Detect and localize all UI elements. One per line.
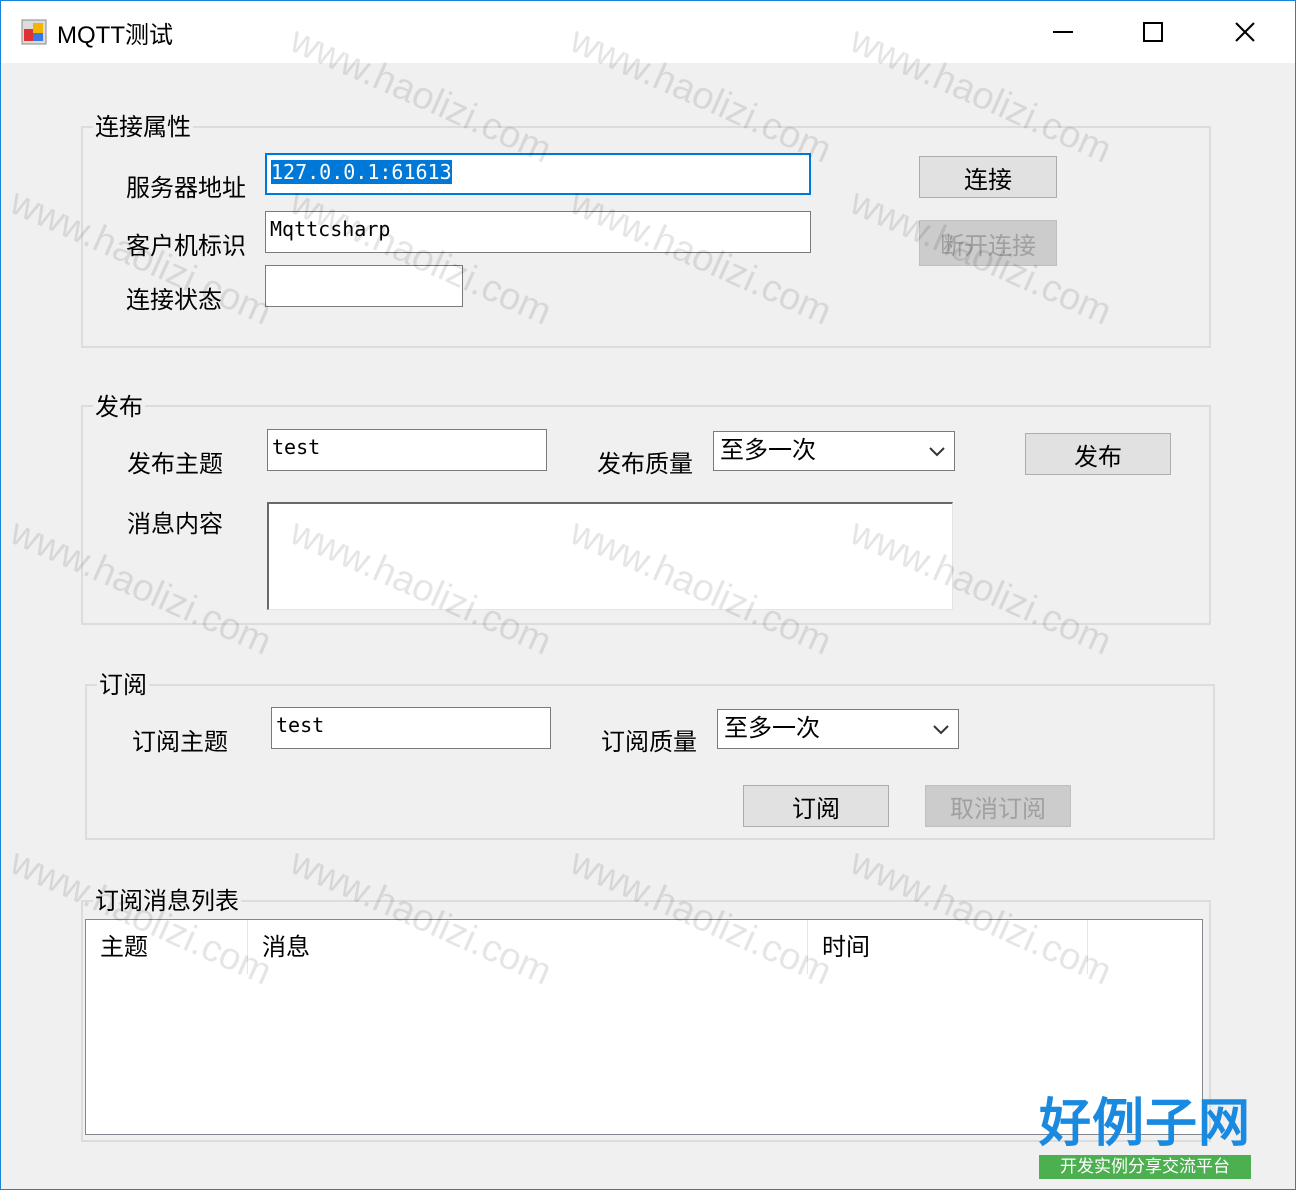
publish-group-title: 发布 [93,387,145,422]
minimize-icon [1053,31,1073,33]
connect-button[interactable]: 连接 [919,156,1057,198]
server-address-label: 服务器地址 [126,174,246,202]
messages-group-title: 订阅消息列表 [93,881,241,916]
disconnect-button[interactable]: 断开连接 [919,220,1057,266]
main-window: MQTT测试 连接属性 服务器地址 127.0.0.1:61613 客户机标识 … [0,0,1296,1190]
client-id-label: 客户机标识 [126,232,246,260]
maximize-icon [1143,22,1163,42]
close-button[interactable] [1199,1,1291,63]
message-content-label: 消息内容 [127,510,223,538]
maximize-button[interactable] [1107,1,1199,63]
publish-button[interactable]: 发布 [1025,433,1171,475]
subscribe-topic-label: 订阅主题 [132,728,228,756]
column-header-topic[interactable]: 主题 [86,920,248,974]
logo-subtitle: 开发实例分享交流平台 [1039,1155,1251,1179]
unsubscribe-button[interactable]: 取消订阅 [925,785,1071,827]
subscribe-qos-value: 至多一次 [724,714,820,742]
subscribe-qos-label: 订阅质量 [601,728,697,756]
publish-qos-value: 至多一次 [720,436,816,464]
publish-qos-select[interactable]: 至多一次 [713,431,955,471]
connection-status-field[interactable] [265,265,463,307]
client-id-field[interactable]: Mqttcsharp [265,211,811,253]
minimize-button[interactable] [1017,1,1109,63]
messages-list[interactable]: 主题 消息 时间 [85,919,1203,1135]
subscribe-group-title: 订阅 [97,665,149,700]
server-address-value: 127.0.0.1:61613 [271,160,452,184]
subscribe-qos-select[interactable]: 至多一次 [717,709,959,749]
publish-qos-label: 发布质量 [597,450,693,478]
logo-title: 好例子网 [1039,1093,1252,1154]
column-header-message[interactable]: 消息 [248,920,808,974]
connection-group-title: 连接属性 [93,107,193,142]
title-bar: MQTT测试 [1,1,1295,63]
close-icon [1235,22,1255,42]
site-logo: 好例子网 开发实例分享交流平台 [1039,1095,1251,1181]
app-icon [21,19,47,45]
connection-status-label: 连接状态 [126,286,222,314]
column-header-time[interactable]: 时间 [808,920,1088,974]
subscribe-topic-field[interactable]: test [271,707,551,749]
publish-topic-field[interactable]: test [267,429,547,471]
chevron-down-icon [933,725,949,735]
window-title: MQTT测试 [57,22,173,49]
message-content-field[interactable] [267,502,953,610]
chevron-down-icon [929,447,945,457]
publish-topic-label: 发布主题 [127,450,223,478]
subscribe-button[interactable]: 订阅 [743,785,889,827]
server-address-field[interactable]: 127.0.0.1:61613 [265,153,811,195]
